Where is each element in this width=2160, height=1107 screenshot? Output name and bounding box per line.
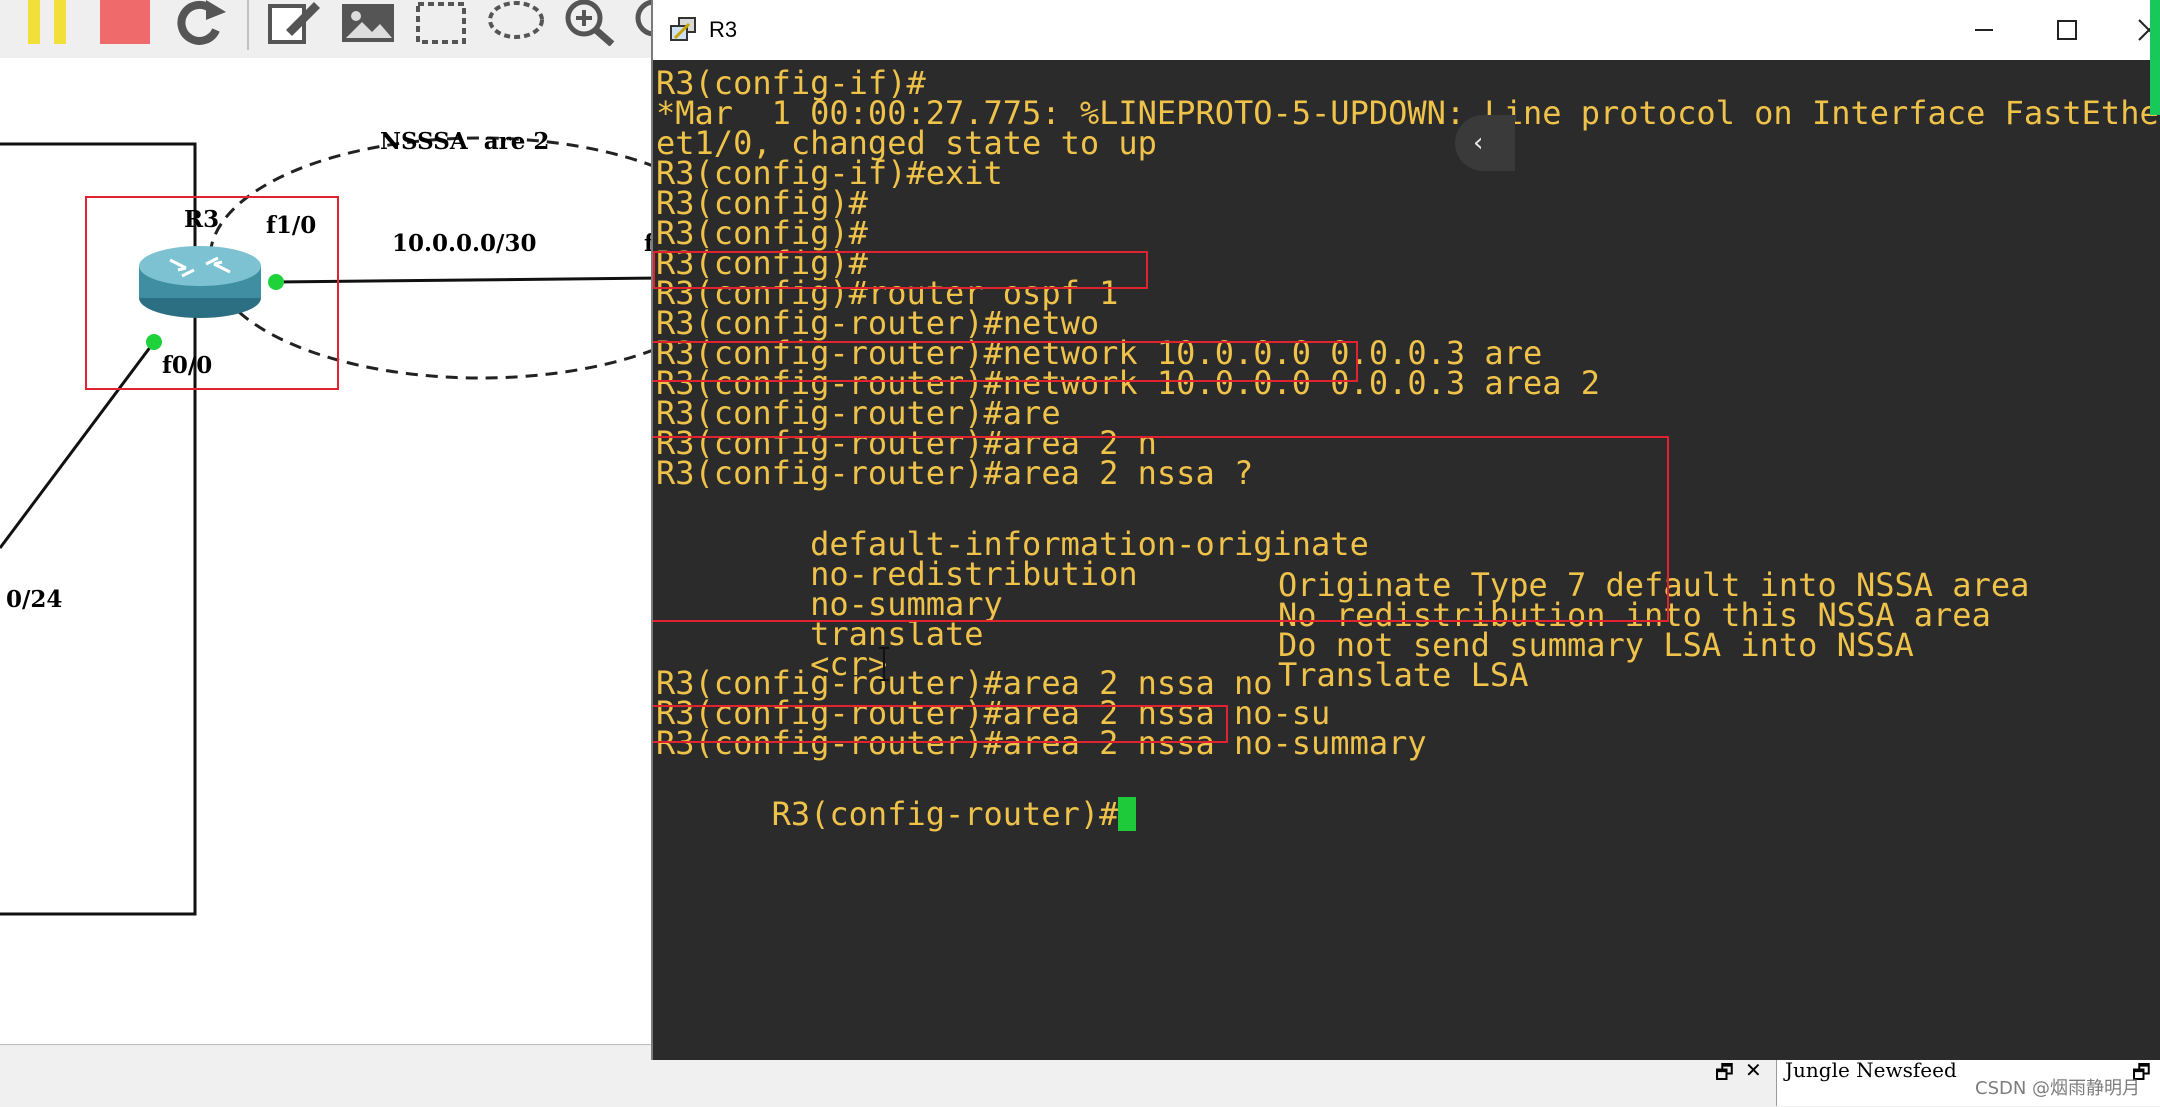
console-float-icon[interactable]: 🗗	[1715, 1058, 1734, 1092]
highlight-no-summary	[653, 705, 1228, 743]
f1-0-status-dot	[268, 274, 284, 290]
topology-drawing	[0, 136, 652, 916]
reload-icon[interactable]	[172, 0, 228, 46]
insert-picture-icon[interactable]	[340, 0, 396, 46]
highlight-network-area	[653, 341, 1358, 382]
console-close-icon[interactable]: ✕	[1745, 1058, 1762, 1082]
toolbar-separator	[247, 0, 249, 50]
terminal-window[interactable]: R3 R3(config-if)# *Mar 1 00:00:27.775: %…	[651, 0, 2160, 1060]
link-subnet-label: 10.0.0.0/30	[392, 230, 537, 257]
mouse-ibeam-cursor	[879, 647, 889, 681]
window-title: R3	[709, 17, 738, 42]
router-icon	[139, 246, 261, 318]
lan-subnet-label: 0/24	[6, 586, 63, 613]
interface-f1-0-label: f1/0	[266, 212, 317, 239]
link-f0-0	[0, 341, 156, 549]
draw-rectangle-icon[interactable]	[414, 0, 470, 46]
nssa-area-label: NSSSA are 2	[380, 128, 550, 155]
annotate-note-icon[interactable]	[266, 0, 322, 46]
text-cursor	[1118, 797, 1137, 831]
maximize-button[interactable]	[2037, 8, 2097, 52]
router-name-label: R3	[184, 206, 220, 233]
chevron-left-icon[interactable]: ‹	[1455, 115, 1515, 171]
draw-ellipse-icon[interactable]	[486, 0, 546, 46]
terminal-output[interactable]: R3(config-if)# *Mar 1 00:00:27.775: %LIN…	[653, 60, 2160, 1060]
link-f1-0	[275, 276, 652, 284]
gns3-toolbar	[0, 0, 660, 60]
f0-0-status-dot	[146, 334, 162, 350]
minimize-button[interactable]	[1953, 8, 2013, 52]
pause-icon[interactable]	[24, 0, 74, 46]
help-description: Translate LSA	[1278, 656, 1529, 694]
topology-canvas[interactable]: NSSSA are 2 R3 f1/0 10.0.0.0/30 f f0/0 0…	[0, 58, 654, 1106]
terminal-titlebar[interactable]: R3	[653, 0, 2160, 60]
highlight-router-ospf	[653, 251, 1148, 289]
newsfeed-title: Jungle Newsfeed	[1785, 1058, 1957, 1082]
watermark-text: CSDN @烟雨静明月	[1975, 1078, 2141, 1099]
putty-terminal-icon	[670, 17, 696, 41]
stop-icon[interactable]	[100, 0, 152, 46]
interface-f0-0-label: f0/0	[162, 352, 213, 379]
terminal-prompt-line[interactable]: R3(config-router)#	[656, 753, 1137, 833]
highlight-nssa-help	[653, 436, 1669, 622]
current-prompt: R3(config-router)#	[771, 795, 1119, 833]
side-panel-edge	[2150, 0, 2160, 115]
nssa-area-ellipse	[208, 136, 652, 380]
zoom-in-icon[interactable]	[562, 0, 618, 46]
